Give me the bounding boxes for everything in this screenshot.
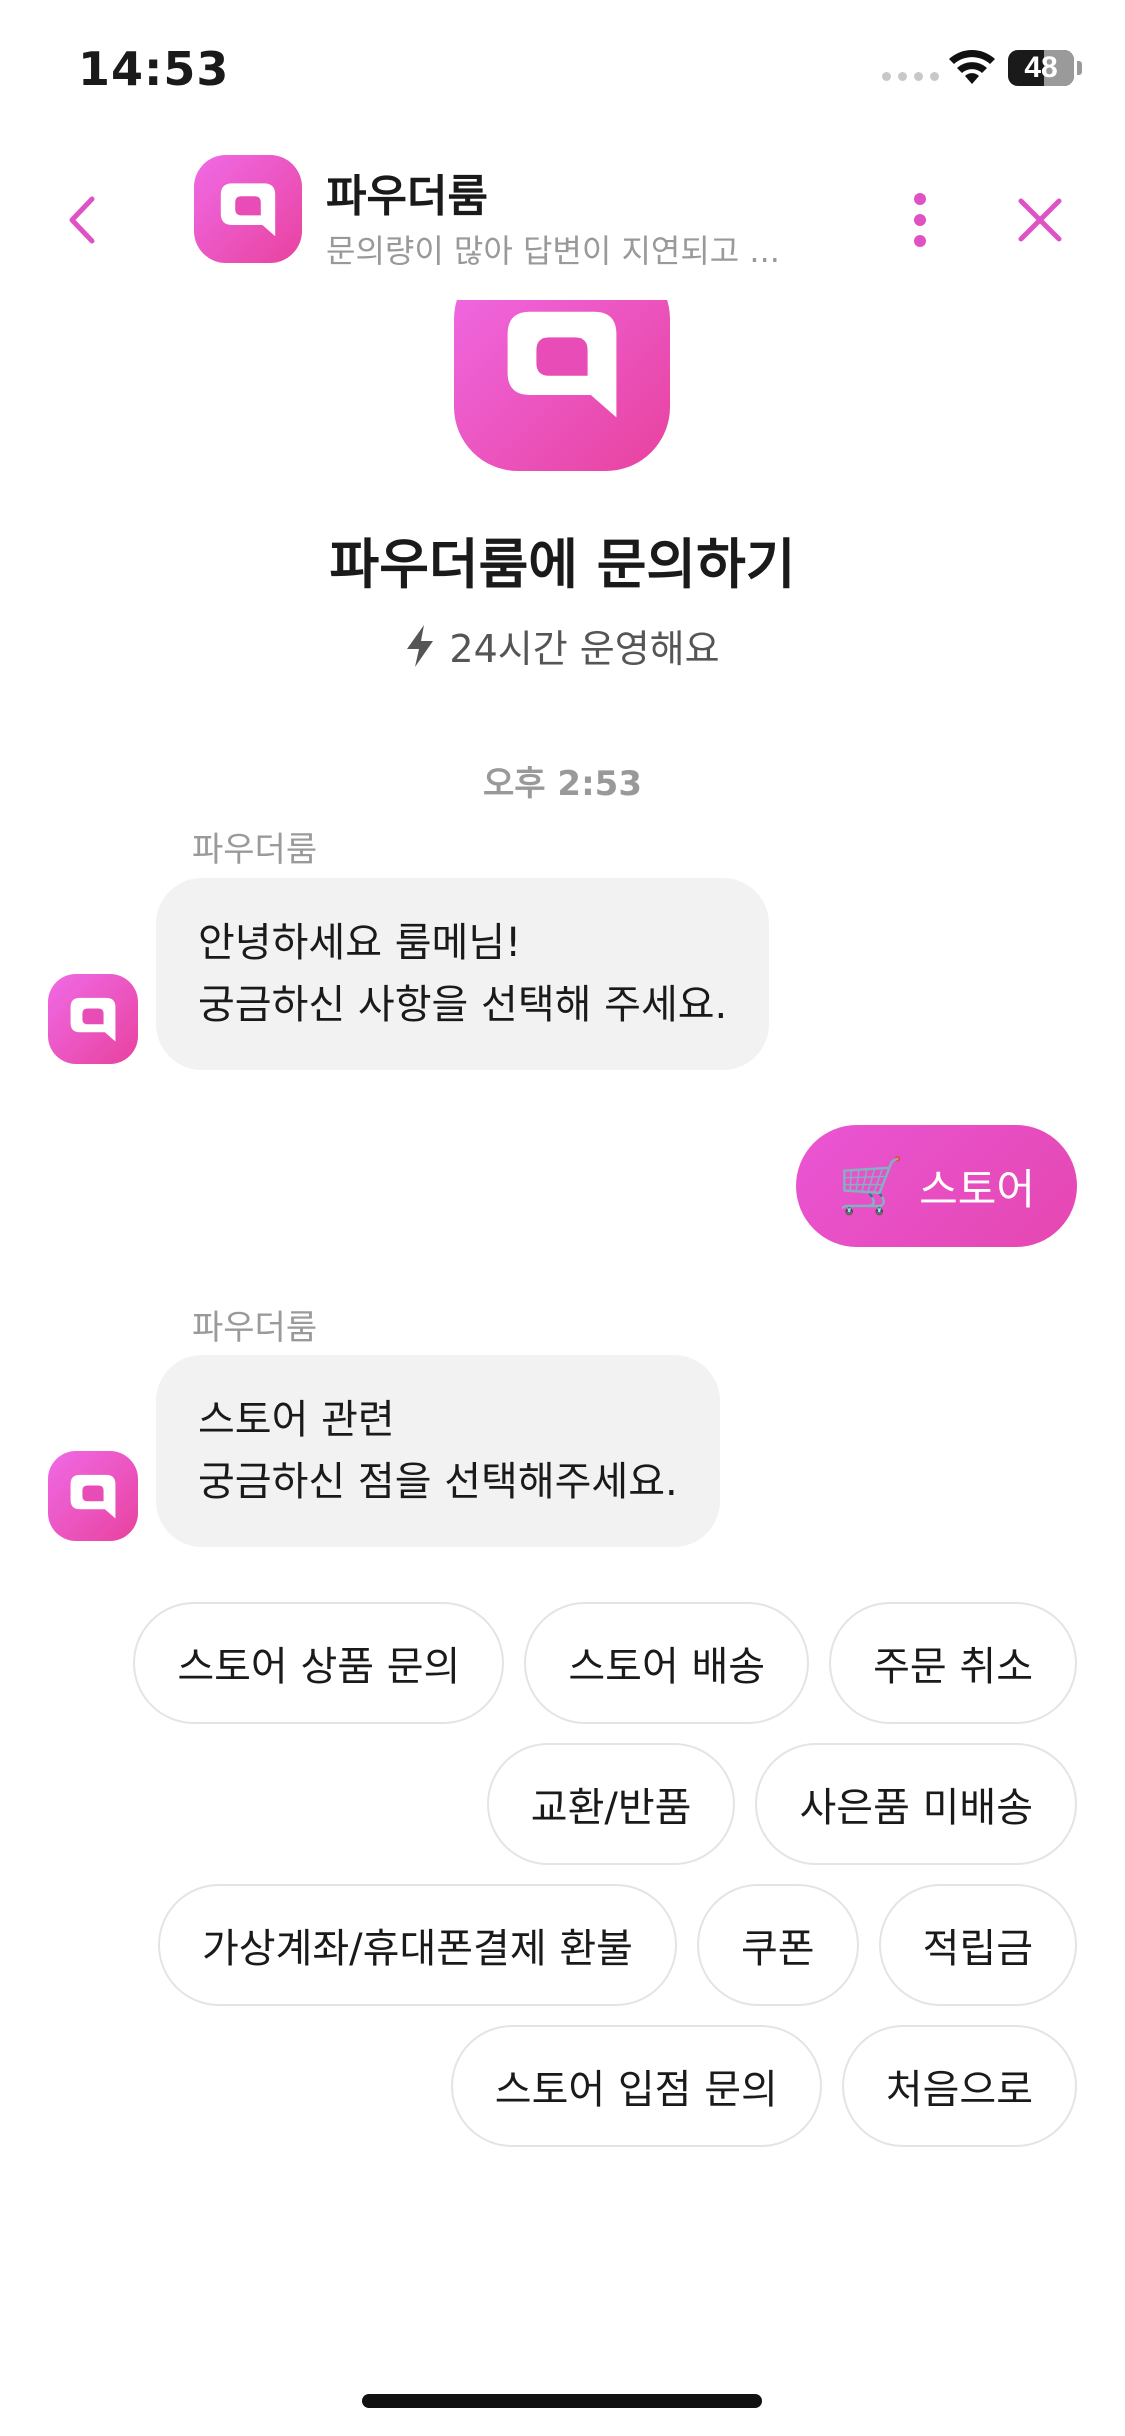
operating-hours-text: 24시간 운영해요 [449, 627, 720, 671]
avatar [48, 1451, 138, 1541]
quick-reply-coupon[interactable]: 쿠폰 [696, 1884, 859, 2006]
avatar [48, 974, 138, 1064]
quick-reply-go-to-start[interactable]: 처음으로 [841, 2025, 1077, 2147]
intro-title: 파우더룸에 문의하기 [329, 533, 796, 596]
message-line: 궁금하신 점을 선택해주세요. [198, 1459, 678, 1505]
chat-header: 파우더룸 문의량이 많아 답변이 지연되고 ... [0, 140, 1125, 300]
close-button[interactable] [1010, 190, 1070, 250]
quick-reply-store-shipping[interactable]: 스토어 배송 [524, 1602, 810, 1724]
back-button[interactable] [52, 190, 112, 250]
message-timestamp: 오후 2:53 [483, 764, 642, 804]
battery-icon: 48 [1008, 50, 1074, 86]
quick-reply-row: 스토어 상품 문의 스토어 배송 주문 취소 [133, 1602, 1077, 1724]
speech-bubble-logo-icon [507, 311, 617, 418]
wifi-icon [949, 50, 995, 84]
cellular-signal-icon [882, 72, 939, 81]
quick-reply-store-product-inquiry[interactable]: 스토어 상품 문의 [133, 1602, 505, 1724]
header-subtitle: 문의량이 많아 답변이 지연되고 ... [326, 232, 780, 270]
status-time: 14:53 [78, 42, 230, 96]
speech-bubble-logo-icon [70, 997, 116, 1042]
quick-reply-points[interactable]: 적립금 [878, 1884, 1077, 2006]
speech-bubble-logo-icon [70, 1474, 116, 1519]
speech-bubble-logo-icon [220, 183, 276, 237]
incoming-message-bubble: 스토어 관련 궁금하신 점을 선택해주세요. [156, 1355, 720, 1547]
header-title: 파우더룸 [326, 171, 488, 222]
quick-reply-refund[interactable]: 가상계좌/휴대폰결제 환불 [157, 1884, 677, 2006]
quick-reply-row: 스토어 입점 문의 처음으로 [450, 2025, 1077, 2147]
quick-reply-cancel-order[interactable]: 주문 취소 [829, 1602, 1077, 1724]
quick-reply-store-entry-inquiry[interactable]: 스토어 입점 문의 [450, 2025, 822, 2147]
message-line: 스토어 관련 [198, 1397, 395, 1443]
message-line: 안녕하세요 룸메님! [198, 920, 522, 966]
outgoing-message-text: 스토어 [919, 1164, 1035, 1214]
shopping-cart-icon: 🛒 [837, 1154, 906, 1217]
battery-level: 48 [1024, 51, 1058, 84]
lightning-icon [407, 624, 434, 667]
more-vertical-icon [914, 193, 926, 205]
message-line: 궁금하신 사항을 선택해 주세요. [198, 982, 728, 1028]
battery-tip [1077, 61, 1082, 75]
home-indicator[interactable] [362, 2394, 762, 2408]
quick-reply-row: 교환/반품 사은품 미배송 [486, 1743, 1077, 1865]
outgoing-message-bubble: 🛒 스토어 [795, 1125, 1077, 1247]
operating-hours: 24시간 운영해요 [0, 618, 1125, 673]
quick-reply-row: 가상계좌/휴대폰결제 환불 쿠폰 적립금 [157, 1884, 1077, 2006]
chevron-left-icon [69, 196, 95, 244]
status-bar: 14:53 48 [0, 0, 1125, 140]
quick-reply-gift-not-delivered[interactable]: 사은품 미배송 [755, 1743, 1077, 1865]
brand-logo [194, 155, 302, 263]
sender-name: 파우더룸 [192, 830, 318, 870]
more-options-button[interactable] [890, 185, 950, 255]
close-icon [1018, 198, 1062, 242]
incoming-message-bubble: 안녕하세요 룸메님! 궁금하신 사항을 선택해 주세요. [156, 878, 770, 1070]
sender-name: 파우더룸 [192, 1308, 318, 1348]
quick-reply-exchange-return[interactable]: 교환/반품 [486, 1743, 736, 1865]
